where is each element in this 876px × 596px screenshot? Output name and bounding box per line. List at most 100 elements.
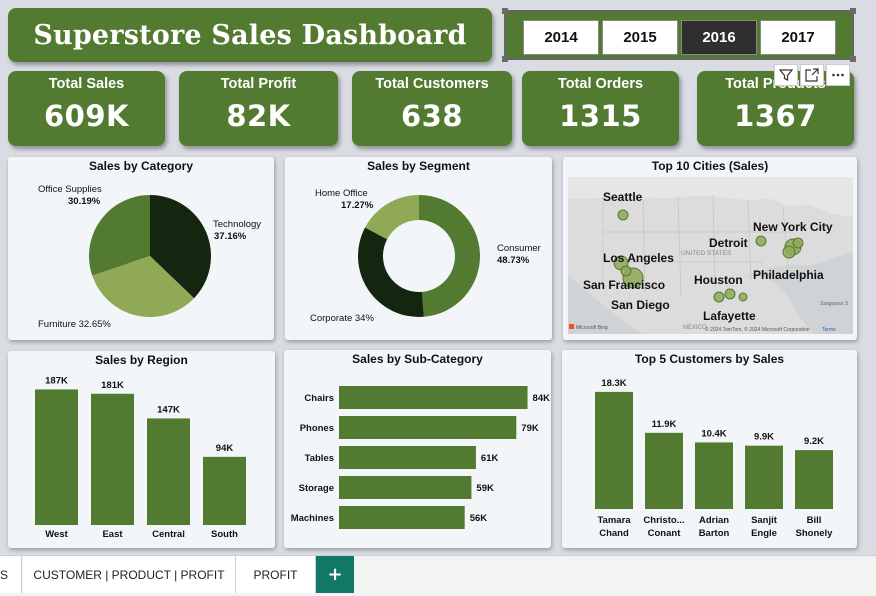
resize-handle[interactable] (850, 56, 856, 62)
city-bubble[interactable] (755, 235, 767, 247)
pie-slice[interactable] (358, 227, 424, 317)
category-label: East (102, 529, 123, 540)
cities-map[interactable]: UNITED STATES MEXICO Sargasso S Seattle … (563, 157, 857, 340)
pie-slice[interactable] (419, 195, 480, 317)
city-bubble[interactable] (713, 291, 725, 303)
bar-data-label: 84K (533, 393, 551, 404)
kpi-label: Total Sales (48, 76, 125, 92)
category-label: Adrian (699, 515, 729, 526)
resize-handle[interactable] (502, 8, 508, 14)
bar[interactable] (645, 432, 683, 509)
bar-data-label: 94K (216, 443, 234, 454)
tab-sales[interactable]: S (0, 556, 22, 593)
kpi-label: Total Profit (220, 76, 297, 92)
category-label: Conant (648, 528, 682, 539)
bar-data-label: 9.9K (754, 432, 774, 443)
kpi-card-total-orders: Total Orders 1315 (522, 71, 679, 146)
slice-value: 37.16% (214, 231, 247, 242)
bar-data-label: 181K (101, 380, 124, 391)
category-pie-chart[interactable]: Technology37.16% Furniture 32.65% Office S… (8, 157, 274, 340)
filter-icon[interactable] (774, 64, 798, 86)
category-label: Bill (807, 515, 822, 526)
bar[interactable] (339, 386, 528, 409)
kpi-value: 638 (400, 99, 464, 133)
bar[interactable] (339, 506, 465, 529)
category-label: Central (152, 529, 185, 540)
slice-label: Home Office (315, 188, 368, 199)
kpi-card-total-customers: Total Customers 638 (352, 71, 512, 146)
year-button-2015[interactable]: 2015 (602, 20, 678, 55)
kpi-card-total-sales: Total Sales 609K (8, 71, 165, 146)
map-mexico-label: MEXICO (683, 325, 707, 331)
slice-label: Technology (213, 219, 261, 230)
category-label: Chand (599, 528, 629, 539)
more-options-icon[interactable] (826, 64, 850, 86)
bing-label: Microsoft Bing (576, 325, 608, 331)
city-label: Houston (694, 273, 743, 287)
category-label: Barton (699, 528, 730, 539)
category-label: West (45, 529, 68, 540)
customers-bar-chart[interactable]: 18.3K Tamara Chand 11.9K Christo... Conant 10.… (562, 350, 857, 548)
bar-data-label: 61K (481, 453, 499, 464)
focus-mode-icon[interactable] (800, 64, 824, 86)
city-label: Lafayette (703, 309, 756, 323)
category-label: Sanjit (751, 515, 778, 526)
city-bubble[interactable] (617, 209, 629, 221)
city-bubble[interactable] (724, 288, 736, 300)
year-button-2016[interactable]: 2016 (681, 20, 757, 55)
region-bar-panel: Sales by Region 187K West 181K East 147K Cent… (8, 351, 275, 548)
subcategory-bar-chart[interactable]: Chairs 84K Phones 79K Tables 61K Storage 59K Mac… (284, 350, 551, 548)
map-country-label: UNITED STATES (681, 250, 732, 257)
bar[interactable] (595, 391, 633, 509)
bar[interactable] (91, 393, 134, 525)
bar[interactable] (795, 450, 833, 509)
customers-bar-panel: Top 5 Customers by Sales 18.3K Tamara Chan… (562, 350, 857, 548)
bar[interactable] (745, 445, 783, 509)
slice-value: 48.73% (497, 255, 530, 266)
kpi-label: Total Customers (375, 76, 489, 92)
tab-profit[interactable]: PROFIT (236, 556, 316, 593)
category-pie-panel: Sales by Category Technology 37.16% Furnit… (8, 157, 274, 340)
resize-handle[interactable] (502, 56, 508, 62)
bar[interactable] (147, 418, 190, 525)
region-bar-chart[interactable]: 187K West 181K East 147K Central 94K South (8, 351, 275, 548)
visual-header-toolbar (774, 64, 854, 86)
category-label: Engle (751, 528, 777, 539)
bar-data-label: 59K (476, 483, 494, 494)
category-label: Christo... (643, 515, 684, 526)
year-button-2014[interactable]: 2014 (523, 20, 599, 55)
bar[interactable] (339, 446, 476, 469)
city-bubble[interactable] (738, 292, 748, 302)
slice-value: 30.19% (68, 196, 101, 207)
slice-label: Consumer (497, 243, 541, 254)
map-terms-link[interactable]: Terms (822, 327, 836, 333)
kpi-label: Total Orders (557, 76, 644, 92)
year-button-2017[interactable]: 2017 (760, 20, 836, 55)
kpi-value: 1315 (559, 99, 642, 133)
bar[interactable] (339, 416, 517, 439)
slice-label: Office Supplies (38, 184, 102, 195)
resize-handle[interactable] (850, 8, 856, 14)
bar-data-label: 11.9K (652, 419, 677, 430)
slice-label: Furniture 32.65% (38, 319, 111, 330)
slice-label: Corporate 34% (310, 313, 374, 324)
tab-customer-product-profit[interactable]: CUSTOMER | PRODUCT | PROFIT (23, 556, 236, 593)
bar[interactable] (35, 389, 78, 525)
map-sea-label: Sargasso S (820, 301, 849, 307)
dashboard-title: Superstore Sales Dashboard (33, 19, 467, 51)
city-bubble[interactable] (782, 245, 796, 259)
bar[interactable] (695, 442, 733, 509)
city-label: Seattle (603, 190, 643, 204)
city-bubble[interactable] (620, 265, 632, 277)
segment-donut-chart[interactable]: Consumer48.73% Corporate 34% Home Office17… (285, 157, 552, 340)
add-page-button[interactable]: + (316, 556, 354, 593)
city-bubble[interactable] (792, 237, 804, 249)
kpi-card-total-profit: Total Profit 82K (179, 71, 338, 146)
year-slicer[interactable]: 2014 2015 2016 2017 (502, 8, 856, 62)
kpi-value: 1367 (734, 99, 817, 133)
bar-data-label: 9.2K (804, 436, 824, 447)
bar[interactable] (203, 456, 246, 525)
bar-data-label: 18.3K (601, 378, 626, 389)
bar[interactable] (339, 476, 472, 499)
bar-data-label: 10.4K (701, 428, 726, 439)
